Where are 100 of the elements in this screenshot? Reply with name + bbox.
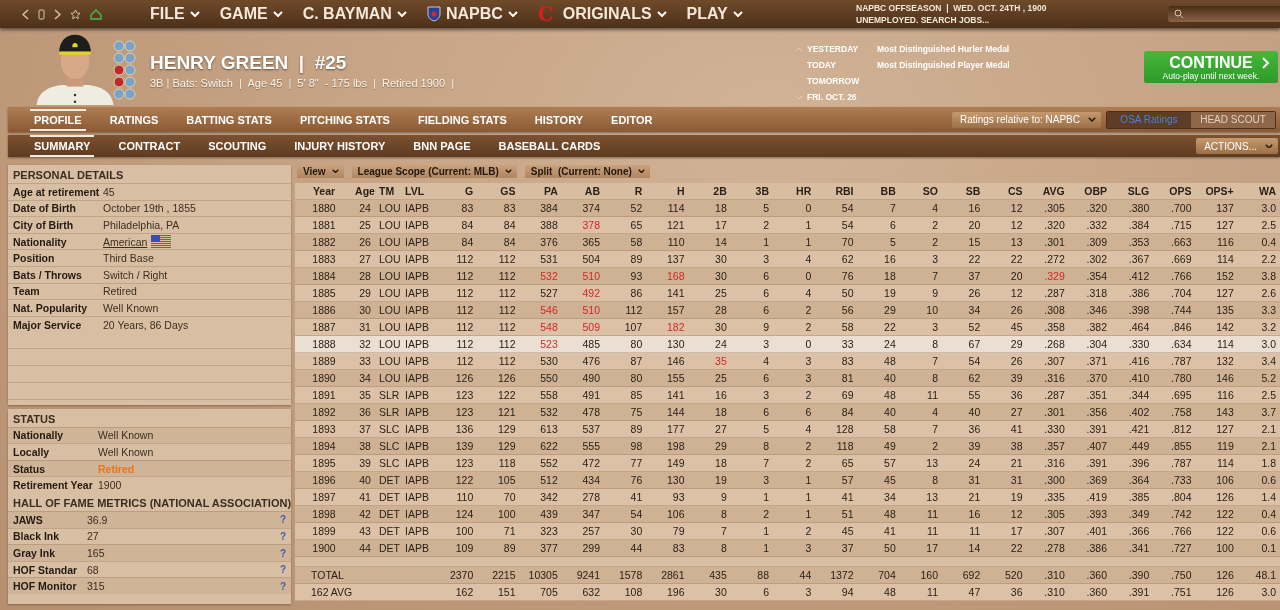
column-header[interactable]: PA xyxy=(519,185,562,197)
table-row[interactable]: 1892 36 SLR IAPB 123 121 532 478 75 144 18 6 6 84 40 4 40 27 .301 .356 .402 .758 143 3.7 xyxy=(295,404,1280,421)
table-row[interactable]: 1880 24 LOU IAPB 83 83 384 374 52 114 18 5 0 54 7 4 16 12 .305 .320 .380 .700 137 3.0 xyxy=(295,200,1280,217)
column-header[interactable]: AVG xyxy=(1026,185,1069,197)
table-row[interactable]: 1884 28 LOU IAPB 112 112 532 510 93 168 30 6 0 76 18 7 37 20 .329 .354 .412 .766 152 3.8 xyxy=(295,268,1280,285)
table-row[interactable]: 1883 27 LOU IAPB 112 112 531 504 89 137 30 3 4 62 16 3 22 22 .272 .302 .367 .669 114 2.2 xyxy=(295,251,1280,268)
menu-item[interactable]: C ORIGINALS xyxy=(529,2,675,26)
column-header[interactable]: OPS xyxy=(1153,185,1196,197)
tab[interactable]: SUMMARY xyxy=(30,135,95,157)
column-header[interactable]: Age xyxy=(353,185,377,197)
table-cell-text: 85 xyxy=(629,389,644,401)
column-header[interactable]: SLG xyxy=(1111,185,1154,197)
table-row[interactable]: 1890 34 LOU IAPB 126 126 550 490 80 155 25 6 3 81 40 8 62 39 .316 .370 .410 .780 146 5.2 xyxy=(295,370,1280,387)
tab[interactable]: BATTING STATS xyxy=(182,108,276,131)
table-row[interactable]: 1899 43 DET IAPB 100 71 323 257 30 79 7 1 2 45 41 11 11 17 .307 .401 .366 .766 122 0.6 xyxy=(295,523,1280,540)
column-header[interactable]: WA xyxy=(1237,185,1280,197)
table-row[interactable]: 1891 35 SLR IAPB 123 122 558 491 85 141 16 3 2 69 48 11 55 36 .287 .351 .344 .695 116 2.5 xyxy=(295,387,1280,404)
ratings-toggle[interactable]: HEAD SCOUT xyxy=(1191,111,1275,128)
column-header[interactable]: OPS+ xyxy=(1195,185,1238,197)
filter-dropdown[interactable]: League Scope (Current: MLB) xyxy=(351,164,517,178)
menu-item[interactable]: NAPBC xyxy=(418,5,526,23)
search-field[interactable] xyxy=(1168,6,1280,22)
table-row[interactable]: 1900 44 DET IAPB 109 89 377 299 44 83 8 1 3 37 50 17 14 22 .278 .386 .341 .727 100 0.1 xyxy=(295,540,1280,557)
column-header[interactable]: 3B xyxy=(730,185,773,197)
tab[interactable]: BNN PAGE xyxy=(409,135,475,157)
table-cell-text: 146 xyxy=(665,355,686,367)
column-header[interactable]: GS xyxy=(477,185,520,197)
table-cell-text: .356 xyxy=(1085,406,1108,418)
column-header[interactable]: TM xyxy=(377,185,403,197)
home-icon[interactable] xyxy=(90,8,102,20)
filter-dropdown[interactable]: Split (Current: None) xyxy=(524,164,650,178)
table-cell-text: .316 xyxy=(1043,457,1066,469)
column-header[interactable]: AB xyxy=(561,185,604,197)
job-status[interactable]: UNEMPLOYED. SEARCH JOBS... xyxy=(856,14,1156,26)
help-button[interactable]: ? xyxy=(279,564,286,576)
table-cell-text: LOU xyxy=(378,219,402,231)
schedule-day: YESTERDAY xyxy=(807,43,877,57)
table-row[interactable]: 1886 30 LOU IAPB 112 112 546 510 112 157 28 6 2 56 29 10 34 26 .308 .346 .398 .744 135 3.3 xyxy=(295,302,1280,319)
table-cell-text: 123 xyxy=(454,406,475,418)
table-cell-text: 126 xyxy=(1215,491,1235,503)
table-row[interactable]: 1897 41 DET IAPB 110 70 342 278 41 93 9 1 1 41 34 13 21 19 .335 .419 .385 .804 126 1.4 xyxy=(295,489,1280,506)
table-cell-text: 2215 xyxy=(491,569,517,581)
column-header[interactable]: RBI xyxy=(815,185,858,197)
column-header[interactable]: LVL xyxy=(403,185,435,197)
tab[interactable]: PITCHING STATS xyxy=(295,108,394,131)
column-header[interactable]: Year xyxy=(310,185,338,197)
column-header[interactable]: BB xyxy=(857,185,900,197)
table-cell-text: .302 xyxy=(1085,253,1108,265)
column-header[interactable]: CS xyxy=(984,185,1027,197)
table-row[interactable]: 1885 29 LOU IAPB 112 112 527 492 86 141 25 6 4 50 19 9 26 12 .287 .318 .386 .704 127 2.6 xyxy=(295,285,1280,302)
table-row[interactable]: 1898 42 DET IAPB 124 100 439 347 54 106 8 2 1 51 48 11 16 12 .305 .393 .349 .742 122 0.4 xyxy=(295,506,1280,523)
column-header[interactable]: 2B xyxy=(688,185,731,197)
menu-item[interactable]: GAME xyxy=(211,5,291,23)
forward-icon[interactable] xyxy=(54,8,61,20)
tab[interactable]: SCOUTING xyxy=(204,135,271,157)
metric-value: 36.9 xyxy=(87,513,109,526)
tab[interactable]: CONTRACT xyxy=(114,135,185,157)
tab[interactable]: PROFILE xyxy=(30,108,86,131)
metric-value: 165 xyxy=(87,547,106,559)
column-header[interactable]: R xyxy=(604,185,647,197)
column-header[interactable]: SB xyxy=(942,185,985,197)
status-value: Well Known xyxy=(98,446,155,459)
table-cell-text: 149 xyxy=(665,457,686,469)
table-row[interactable]: 1896 40 DET IAPB 122 105 512 434 76 130 19 3 1 57 45 8 31 31 .300 .369 .364 .733 106 0.6 xyxy=(295,472,1280,489)
table-cell-text: .329 xyxy=(1043,270,1066,282)
table-cell-text: 11 xyxy=(926,586,939,598)
column-header[interactable]: HR xyxy=(773,185,816,197)
table-row[interactable]: 1888 32 LOU IAPB 112 112 523 485 80 130 24 3 0 33 24 8 67 29 .268 .304 .330 .634 114 3.0 xyxy=(295,336,1280,353)
nationality-link[interactable]: American xyxy=(103,235,148,248)
tab[interactable]: EDITOR xyxy=(607,108,657,131)
star-icon[interactable] xyxy=(70,8,81,20)
column-header[interactable]: H xyxy=(646,185,689,197)
table-row[interactable]: 1893 37 SLC IAPB 136 129 613 537 89 177 27 5 4 128 58 7 36 41 .330 .391 .421 .812 127 2.1 xyxy=(295,421,1280,438)
tab[interactable]: BASEBALL CARDS xyxy=(494,135,605,157)
help-button[interactable]: ? xyxy=(279,530,286,542)
table-cell-text: IAPB xyxy=(404,270,430,282)
table-row[interactable]: 1895 39 SLC IAPB 123 118 552 472 77 149 18 7 2 65 57 13 24 21 .316 .391 .396 .787 114 1.8 xyxy=(295,455,1280,472)
table-cell-text: 1891 xyxy=(311,389,337,401)
tab[interactable]: HISTORY xyxy=(530,108,588,131)
menu-item[interactable]: C. BAYMAN xyxy=(294,5,415,23)
column-header[interactable]: SO xyxy=(899,185,942,197)
tab[interactable]: RATINGS xyxy=(105,108,163,131)
page-icon[interactable] xyxy=(38,8,45,20)
table-cell-text: 49 xyxy=(883,440,897,452)
table-row[interactable]: 1882 26 LOU IAPB 84 84 376 365 58 110 14 1 1 70 5 2 15 13 .301 .309 .353 .663 116 0.4 xyxy=(295,234,1280,251)
back-icon[interactable] xyxy=(22,8,29,20)
menu-item[interactable]: FILE xyxy=(142,5,208,23)
menu-item[interactable]: PLAY xyxy=(678,5,751,23)
tab[interactable]: FIELDING STATS xyxy=(413,108,511,131)
tab[interactable]: INJURY HISTORY xyxy=(290,135,390,157)
filter-dropdown[interactable]: View xyxy=(297,164,344,178)
column-header[interactable]: G xyxy=(435,185,478,197)
table-row[interactable]: 1887 31 LOU IAPB 112 112 548 509 107 182 30 9 2 58 22 3 52 45 .358 .382 .464 .846 142 3.2 xyxy=(295,319,1280,336)
column-header[interactable]: OBP xyxy=(1068,185,1111,197)
table-row[interactable]: 1889 33 LOU IAPB 112 112 530 476 87 146 35 4 3 83 48 7 54 26 .307 .371 .416 .787 132 3.4 xyxy=(295,353,1280,370)
table-row[interactable]: 1881 25 LOU IAPB 84 84 388 378 65 121 17 2 1 54 6 2 20 12 .320 .332 .384 .715 127 2.5 xyxy=(295,217,1280,234)
table-cell-text: 48 xyxy=(883,355,897,367)
table-row[interactable]: 1894 38 SLC IAPB 139 129 622 555 98 198 29 8 2 118 49 2 39 38 .357 .407 .449 .855 119 2.1 xyxy=(295,438,1280,455)
table-cell-text: IAPB xyxy=(404,491,430,503)
table-cell-text: 13 xyxy=(925,491,939,503)
